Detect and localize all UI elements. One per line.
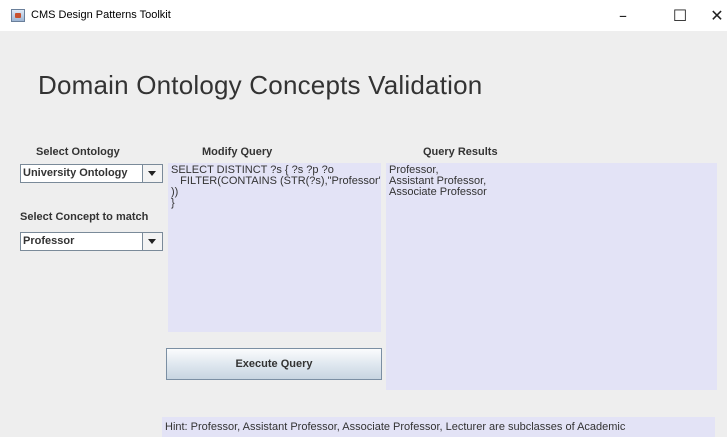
query-results-area[interactable]: Professor, Assistant Professor, Associat… xyxy=(386,163,717,390)
hint-text: Hint: Professor, Assistant Professor, As… xyxy=(162,417,715,437)
maximize-button[interactable]: ☐ xyxy=(660,0,700,31)
query-editor[interactable]: SELECT DISTINCT ?s { ?s ?p ?o FILTER(CON… xyxy=(168,163,381,332)
ontology-dropdown[interactable]: University Ontology xyxy=(20,164,163,183)
java-app-icon xyxy=(11,9,25,22)
chevron-down-icon[interactable] xyxy=(142,233,162,250)
page-title: Domain Ontology Concepts Validation xyxy=(38,70,483,100)
close-button[interactable]: ✕ xyxy=(705,0,727,31)
chevron-down-icon[interactable] xyxy=(142,165,162,182)
query-results-label: Query Results xyxy=(423,146,498,158)
modify-query-label: Modify Query xyxy=(202,146,273,158)
window-title: CMS Design Patterns Toolkit xyxy=(31,9,171,21)
concept-dropdown[interactable]: Professor xyxy=(20,232,163,251)
execute-query-button[interactable]: Execute Query xyxy=(166,348,382,380)
title-bar[interactable]: CMS Design Patterns Toolkit – ☐ ✕ xyxy=(0,0,727,31)
select-concept-label: Select Concept to match xyxy=(20,211,149,223)
select-ontology-label: Select Ontology xyxy=(36,146,120,158)
concept-dropdown-value: Professor xyxy=(23,235,75,247)
minimize-button[interactable]: – xyxy=(603,0,643,31)
ontology-dropdown-value: University Ontology xyxy=(23,167,128,179)
